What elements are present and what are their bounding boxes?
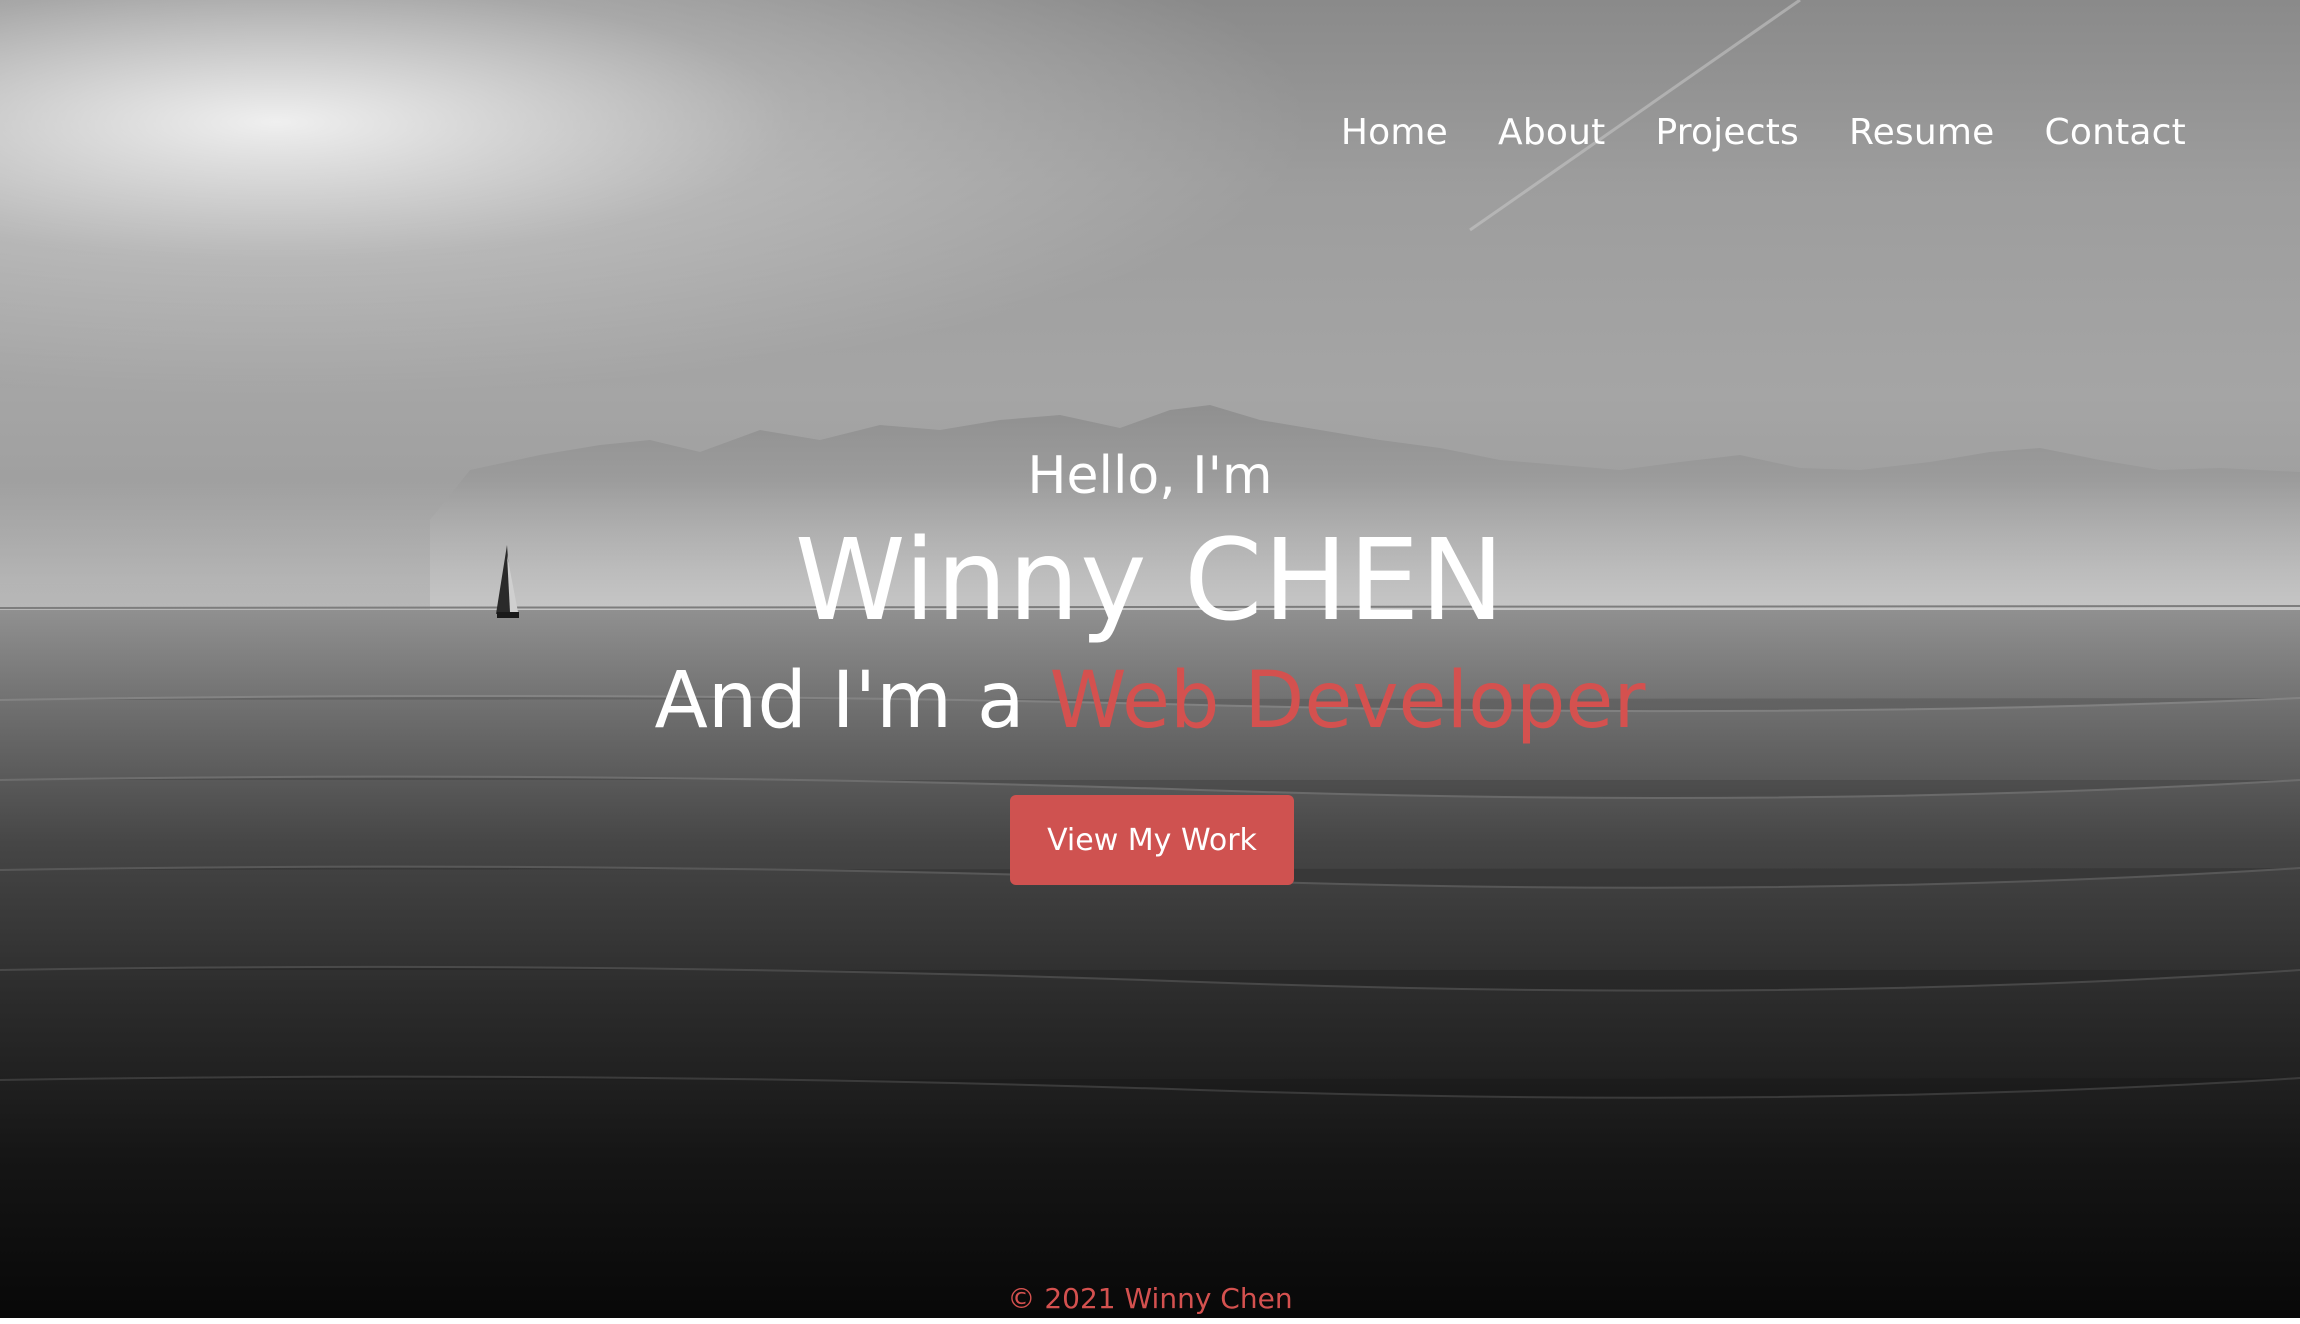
hero-greeting: Hello, I'm (1027, 446, 1273, 506)
view-my-work-button[interactable]: View My Work (1010, 795, 1294, 885)
hero-role-prefix: And I'm a (654, 656, 1050, 746)
footer-copyright: © 2021 Winny Chen (1007, 1282, 1293, 1315)
nav-contact-link[interactable]: Contact (2045, 112, 2186, 153)
nav-about-link[interactable]: About (1498, 112, 1605, 153)
hero-role-highlight: Web Developer (1049, 656, 1646, 746)
hero-section: Home About Projects Resume Contact Hello… (0, 0, 2300, 1318)
hero-name: Winny CHEN (794, 516, 1506, 646)
main-nav: Home About Projects Resume Contact (1291, 112, 2186, 153)
hero-role: And I'm a Web Developer (0, 656, 2300, 746)
nav-resume-link[interactable]: Resume (1849, 112, 1995, 153)
nav-projects-link[interactable]: Projects (1655, 112, 1799, 153)
nav-home-link[interactable]: Home (1341, 112, 1448, 153)
